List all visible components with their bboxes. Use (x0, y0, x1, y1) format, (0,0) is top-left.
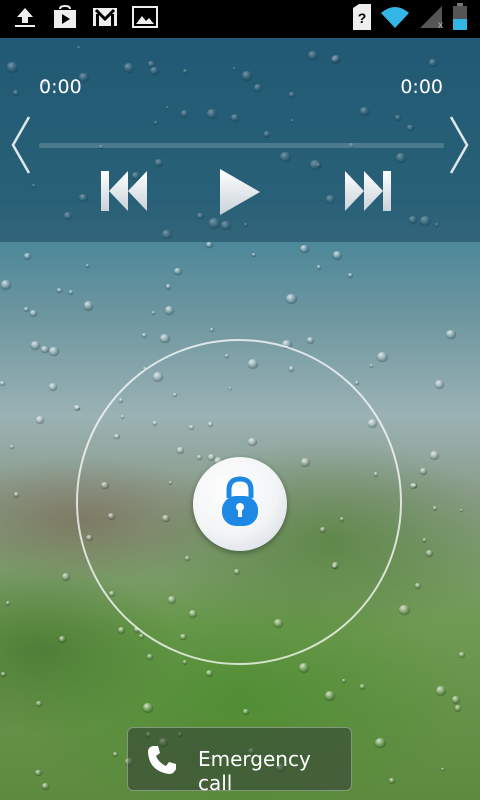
padlock-icon (220, 476, 260, 532)
seek-bar[interactable] (39, 143, 444, 148)
upload-icon (12, 5, 38, 33)
raindrop (242, 708, 250, 715)
raindrop (441, 767, 445, 771)
chevron-right-icon[interactable] (448, 115, 470, 179)
raindrop (0, 380, 6, 386)
raindrop (1, 671, 6, 676)
raindrop (35, 769, 42, 776)
raindrop (174, 267, 183, 275)
emergency-call-button[interactable]: Emergency call (127, 727, 352, 795)
raindrop (40, 345, 49, 353)
raindrop (83, 301, 94, 310)
raindrop (57, 287, 63, 292)
play-store-icon (52, 4, 78, 33)
raindrop (30, 309, 38, 316)
raindrop (9, 445, 14, 449)
raindrop (347, 272, 353, 277)
phone-icon (146, 744, 178, 780)
raindrop (426, 550, 433, 556)
emergency-call-label: Emergency call (198, 747, 311, 795)
raindrop (142, 702, 154, 712)
raindrop (360, 684, 366, 689)
system-icons: ? x (340, 3, 480, 35)
raindrop (332, 250, 342, 259)
raindrop (85, 264, 89, 268)
raindrop (355, 381, 359, 384)
raindrop (183, 660, 188, 664)
raindrop (58, 635, 66, 642)
raindrop (369, 364, 373, 368)
raindrop (420, 468, 427, 474)
raindrop (252, 252, 256, 256)
raindrop (422, 538, 427, 542)
svg-text:x: x (438, 20, 443, 30)
raindrop (0, 280, 12, 290)
raindrop (324, 691, 335, 700)
raindrop (160, 334, 170, 343)
raindrop (389, 778, 395, 784)
raindrop (48, 382, 58, 391)
raindrop (73, 404, 81, 411)
unlock-handle[interactable] (193, 457, 287, 551)
raindrop (165, 284, 171, 289)
raindrop (432, 506, 437, 510)
wifi-icon (380, 5, 410, 33)
total-time: 0:00 (400, 76, 443, 98)
raindrop (5, 601, 11, 605)
gallery-icon (132, 5, 158, 33)
raindrop (398, 604, 410, 614)
raindrop (300, 244, 310, 253)
notification-icons (0, 4, 170, 33)
raindrop (49, 346, 60, 356)
raindrop (36, 701, 43, 707)
raindrop (409, 482, 417, 489)
raindrop (435, 685, 447, 696)
gmail-icon (92, 6, 118, 32)
elapsed-time: 0:00 (39, 76, 82, 98)
status-bar: ? x (0, 0, 480, 38)
raindrop (24, 253, 32, 260)
raindrop (13, 492, 20, 497)
raindrop (113, 751, 118, 757)
raindrop (414, 582, 422, 589)
previous-icon[interactable] (100, 168, 148, 218)
battery-icon (452, 3, 468, 35)
raindrop (141, 332, 147, 337)
raindrop (445, 329, 456, 339)
raindrop (375, 738, 387, 748)
raindrop (459, 651, 466, 657)
raindrop (42, 782, 49, 789)
raindrop (434, 380, 444, 388)
raindrop (206, 669, 214, 676)
raindrop (35, 416, 45, 424)
raindrop (118, 627, 125, 633)
raindrop (152, 311, 156, 315)
raindrop (342, 679, 347, 683)
raindrop (298, 662, 310, 673)
raindrop (210, 328, 214, 332)
raindrop (451, 696, 460, 704)
play-icon[interactable] (218, 168, 262, 220)
raindrop (454, 705, 462, 711)
raindrop (377, 352, 388, 361)
chevron-left-icon[interactable] (10, 115, 32, 179)
raindrop (31, 341, 41, 349)
svg-text:?: ? (358, 10, 367, 26)
sim-unknown-icon: ? (352, 4, 372, 34)
raindrop (206, 241, 214, 248)
raindrop (413, 484, 417, 488)
raindrop (76, 406, 81, 410)
raindrop (316, 265, 322, 270)
raindrop (286, 293, 297, 303)
raindrop (146, 653, 154, 659)
raindrop (306, 336, 315, 343)
raindrop (69, 290, 74, 294)
raindrop (23, 307, 29, 312)
raindrop (61, 573, 70, 580)
raindrop (459, 508, 463, 512)
raindrop (429, 451, 440, 459)
cell-signal-off-icon: x (418, 4, 444, 34)
next-icon[interactable] (344, 168, 392, 218)
raindrop (165, 305, 175, 314)
